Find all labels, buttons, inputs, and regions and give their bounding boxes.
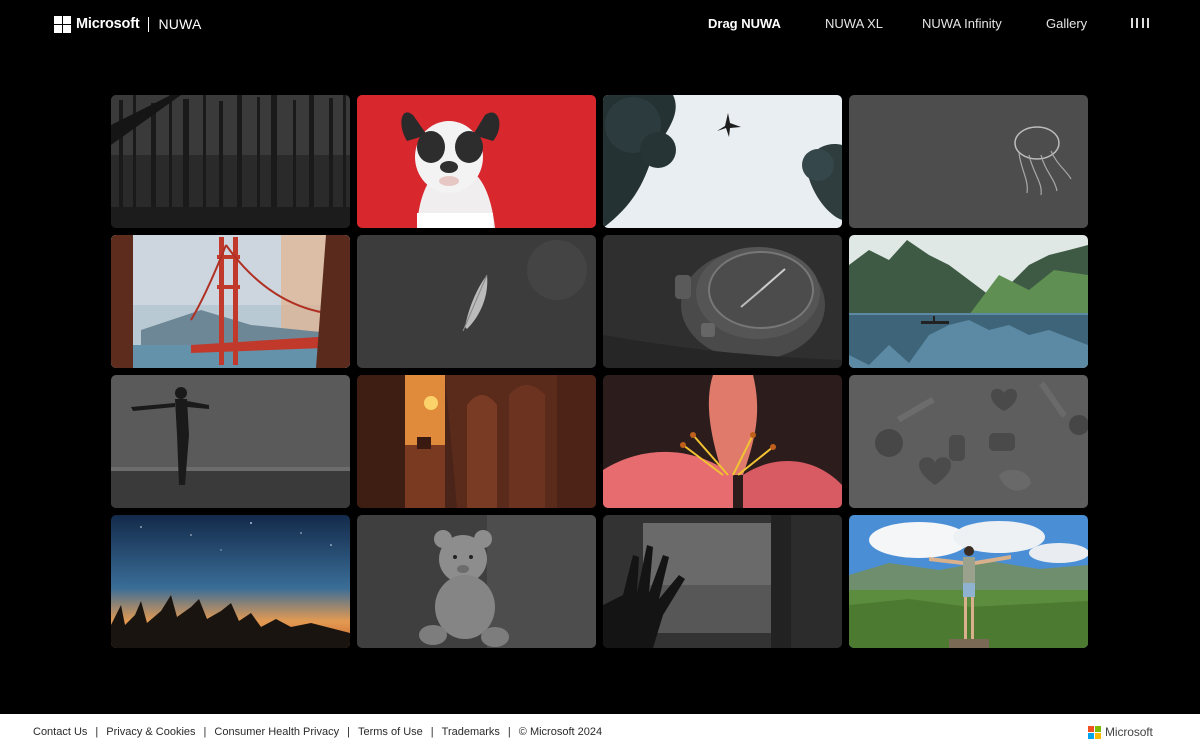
candy-image [849,375,1088,508]
gallery-tile-silhouette[interactable] [111,375,350,508]
logo-square-blue [1088,732,1094,739]
site-header: Microsoft NUWA Drag NUWA NUWA XL NUWA In… [0,0,1200,48]
logo-square-red [1088,725,1094,732]
silhouette-image [111,375,350,508]
nav-nuwa-xl[interactable]: NUWA XL [825,16,883,31]
footer-brand-text: Microsoft [1105,725,1153,739]
footer-separator: | [95,726,99,738]
image-gallery [111,95,1089,648]
gallery-tile-dark-forest[interactable] [111,95,350,228]
microsoft-logo-icon [1088,725,1101,739]
menu-bar [1136,18,1139,28]
gallery-tile-sunset-archway[interactable] [357,375,596,508]
nav-gallery[interactable]: Gallery [1046,16,1087,31]
footer-copyright: © Microsoft 2024 [518,726,603,738]
logo-square-blue [54,24,62,33]
gallery-tile-french-bulldog[interactable] [357,95,596,228]
lily-flower-image [603,375,842,508]
footer-links: Contact Us | Privacy & Cookies | Consume… [33,726,602,738]
gallery-tile-wristwatch[interactable] [603,235,842,368]
wristwatch-image [603,235,842,368]
footer-separator: | [507,726,511,738]
dark-forest-image [111,95,350,228]
gallery-tile-lily-flower[interactable] [603,375,842,508]
gallery-tile-man-mountains[interactable] [849,515,1088,648]
footer-separator: | [347,726,350,738]
sunset-archway-image [357,375,596,508]
footer-separator: | [430,726,434,738]
logo-square-red [54,15,62,24]
footer-link-trademarks[interactable]: Trademarks [442,726,500,738]
footer-link-terms-of-use[interactable]: Terms of Use [358,726,423,738]
gallery-tile-karst-lake[interactable] [849,235,1088,368]
nav-nuwa-infinity[interactable]: NUWA Infinity [922,16,1002,31]
karst-lake-image [849,235,1088,368]
french-bulldog-image [357,95,596,228]
gallery-tile-airplane-sky[interactable] [603,95,842,228]
brand-divider [148,16,150,32]
logo-square-green [1095,725,1101,732]
footer-link-contact-us[interactable]: Contact Us [33,726,87,738]
menu-bar [1131,18,1133,28]
teddy-bear-image [357,515,596,648]
man-mountains-image [849,515,1088,648]
logo-square-yellow [63,24,71,33]
starry-sunset-image [111,515,350,648]
brand-link[interactable]: Microsoft NUWA [54,14,202,34]
brand-product: NUWA [158,16,202,32]
menu-bar [1141,18,1144,28]
gallery-tile-starry-sunset[interactable] [111,515,350,648]
gallery-tile-feather[interactable] [357,235,596,368]
gallery-tile-golden-gate[interactable] [111,235,350,368]
menu-bar [1146,18,1149,28]
nav-drag-nuwa[interactable]: Drag NUWA [708,16,781,31]
hand-window-image [603,515,842,648]
feather-image [357,235,596,368]
gallery-tile-teddy-bear[interactable] [357,515,596,648]
gallery-tile-hand-window[interactable] [603,515,842,648]
footer-brand-link[interactable]: Microsoft [1088,725,1153,739]
logo-square-yellow [1095,732,1101,739]
jellyfish-image [849,95,1088,228]
microsoft-logo-icon [54,15,71,33]
footer-link-consumer-health-privacy[interactable]: Consumer Health Privacy [214,726,339,738]
gallery-tile-candy[interactable] [849,375,1088,508]
footer-link-privacy-cookies[interactable]: Privacy & Cookies [106,726,195,738]
airplane-sky-image [603,95,842,228]
logo-square-green [63,15,71,24]
menu-icon[interactable] [1131,18,1149,28]
site-footer: Contact Us | Privacy & Cookies | Consume… [0,714,1200,750]
golden-gate-image [111,235,350,368]
gallery-tile-jellyfish[interactable] [849,95,1088,228]
footer-separator: | [203,726,207,738]
brand-company: Microsoft [76,16,140,32]
